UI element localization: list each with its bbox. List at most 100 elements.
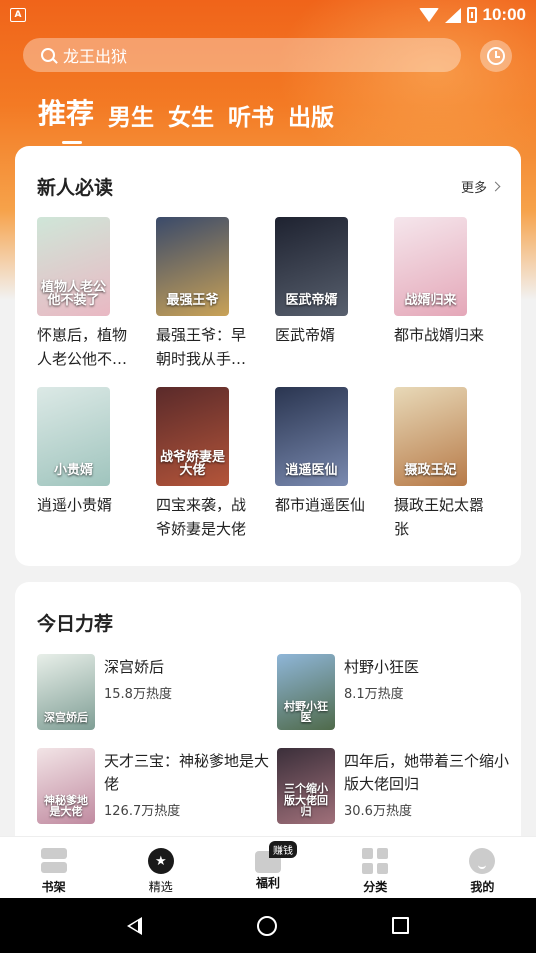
cover-title: 三个缩小版大佬回归 <box>284 782 328 819</box>
cover-title: 村野小狂医 <box>284 699 328 725</box>
home-icon[interactable] <box>256 915 277 936</box>
book-cover: 深宫娇后 <box>37 654 95 730</box>
chevron-right-icon <box>490 181 501 192</box>
signal-icon <box>444 7 461 23</box>
search-input[interactable]: 龙王出狱 <box>23 38 461 72</box>
cover-title: 战婿归来 <box>404 293 457 309</box>
book-item[interactable]: 最强王爷最强王爷：早朝时我从手表里抽出一台机枪 <box>156 217 260 387</box>
nav-label: 书架 <box>41 880 66 894</box>
cover-title: 植物人老公他不装了 <box>41 279 107 309</box>
book-grid: 植物人老公他不装了怀崽后，植物人老公他不装了最强王爷最强王爷：早朝时我从手表里抽… <box>37 217 498 557</box>
book-title: 天才三宝：神秘爹地是大佬 <box>104 752 270 793</box>
newbie-section: 新人必读 更多 植物人老公他不装了怀崽后，植物人老公他不装了最强王爷最强王爷：早… <box>15 146 521 566</box>
bookshelf-icon <box>40 848 67 874</box>
book-cover: 植物人老公他不装了 <box>37 217 110 316</box>
book-item[interactable]: 植物人老公他不装了怀崽后，植物人老公他不装了 <box>37 217 141 387</box>
book-item[interactable]: 摄政王妃摄政王妃太嚣张 <box>394 387 498 557</box>
cover-title: 战爷娇妻是大佬 <box>160 449 226 479</box>
book-cover: 最强王爷 <box>156 217 229 316</box>
book-item[interactable]: 小贵婿 逍遥小贵婿 <box>37 387 141 557</box>
more-button[interactable]: 更多 <box>460 177 501 196</box>
recommend-item[interactable]: 深宫娇后 深宫娇后 15.8万热度 <box>37 654 277 730</box>
book-title: 四宝来袭，战爷娇妻是大佬 <box>156 496 247 538</box>
tab-publish[interactable]: 出版 <box>288 98 334 132</box>
recommend-list: 深宫娇后 深宫娇后 15.8万热度 村野小狂医 村野小狂医 8.1万热度 神秘爹地是大佬 天才… <box>37 654 517 824</box>
book-item[interactable]: 逍遥医仙都市逍遥医仙 <box>275 387 379 557</box>
heat-count: 15.8万热度 <box>104 687 172 702</box>
today-section: 今日力荐 深宫娇后 深宫娇后 15.8万热度 村野小狂医 村野小狂医 8.1万热度 神秘爹地… <box>15 582 521 842</box>
book-item[interactable]: 战婿归来都市战婿归来 <box>394 217 498 387</box>
cover-title: 神秘爹地是大佬 <box>44 793 88 819</box>
nav-bookshelf[interactable]: 书架 <box>0 837 107 898</box>
heat-count: 30.6万热度 <box>344 804 412 819</box>
system-nav-bar <box>0 898 536 953</box>
battery-icon <box>466 7 477 23</box>
category-tabs: 推荐 男生 女生 听书 出版 <box>38 92 334 144</box>
book-item[interactable]: 医武帝婿 医武帝婿 <box>275 217 379 387</box>
tab-indicator <box>62 141 82 144</box>
more-label: 更多 <box>460 181 487 196</box>
profile-icon <box>469 848 496 874</box>
book-title: 深宫娇后 <box>104 658 165 676</box>
book-title: 逍遥小贵婿 <box>37 496 113 514</box>
book-title: 都市战婿归来 <box>394 326 485 344</box>
book-cover: 摄政王妃 <box>394 387 467 486</box>
search-icon <box>41 48 55 62</box>
recommend-item[interactable]: 村野小狂医 村野小狂医 8.1万热度 <box>277 654 517 730</box>
tab-male[interactable]: 男生 <box>108 98 154 132</box>
book-cover: 神秘爹地是大佬 <box>37 748 95 824</box>
cover-title: 小贵婿 <box>53 463 93 479</box>
book-cover: 战婿归来 <box>394 217 467 316</box>
app-notification-icon: A <box>10 8 26 22</box>
tab-audiobook[interactable]: 听书 <box>228 98 274 132</box>
clock-icon <box>487 47 505 65</box>
heat-count: 126.7万热度 <box>104 804 181 819</box>
cover-title: 最强王爷 <box>166 293 219 309</box>
cover-title: 深宫娇后 <box>44 711 88 725</box>
status-time: 10:00 <box>482 5 526 24</box>
heat-count: 8.1万热度 <box>344 687 404 702</box>
recommend-item[interactable]: 神秘爹地是大佬 天才三宝：神秘爹地是大佬 126.7万热度 <box>37 748 277 824</box>
book-title: 怀崽后，植物人老公他不装了 <box>37 326 128 368</box>
nav-label: 我的 <box>470 880 495 894</box>
book-title: 四年后，她带着三个缩小版大佬回归 <box>344 752 510 793</box>
wifi-icon <box>418 8 439 22</box>
recommend-item[interactable]: 三个缩小版大佬回归 四年后，她带着三个缩小版大佬回归 30.6万热度 <box>277 748 517 824</box>
nav-label: 精选 <box>148 880 173 894</box>
book-item[interactable]: 战爷娇妻是大佬四宝来袭，战爷娇妻是大佬 <box>156 387 260 557</box>
tab-female[interactable]: 女生 <box>168 98 214 132</box>
tab-recommend[interactable]: 推荐 <box>38 92 95 144</box>
book-title: 摄政王妃太嚣张 <box>394 496 485 538</box>
earn-badge: 赚钱 <box>269 841 297 858</box>
search-query: 龙王出狱 <box>63 47 128 66</box>
back-icon[interactable] <box>127 916 143 935</box>
cover-title: 摄政王妃 <box>404 463 457 479</box>
tab-label: 推荐 <box>38 97 95 130</box>
book-title: 医武帝婿 <box>275 326 336 344</box>
cover-title: 逍遥医仙 <box>285 463 338 479</box>
book-cover: 村野小狂医 <box>277 654 335 730</box>
recents-icon[interactable] <box>391 917 409 934</box>
book-title: 最强王爷：早朝时我从手表里抽出一台机枪 <box>156 326 247 368</box>
book-cover: 三个缩小版大佬回归 <box>277 748 335 824</box>
category-icon <box>362 848 389 874</box>
nav-label: 福利 <box>256 876 281 890</box>
nav-featured[interactable]: ★ 精选 <box>107 837 214 898</box>
book-cover: 逍遥医仙 <box>275 387 348 486</box>
history-button[interactable] <box>480 40 512 72</box>
nav-category[interactable]: 分类 <box>322 837 429 898</box>
book-cover: 小贵婿 <box>37 387 110 486</box>
nav-profile[interactable]: 我的 <box>429 837 536 898</box>
cover-title: 医武帝婿 <box>285 293 338 309</box>
book-cover: 医武帝婿 <box>275 217 348 316</box>
book-title: 村野小狂医 <box>344 658 420 676</box>
nav-rewards[interactable]: 赚钱 福利 <box>214 837 321 898</box>
nav-label: 分类 <box>363 880 388 894</box>
bottom-nav: 书架 ★ 精选 赚钱 福利 分类 我的 <box>0 836 536 898</box>
star-icon: ★ <box>147 848 174 874</box>
book-title: 都市逍遥医仙 <box>275 496 366 514</box>
book-cover: 战爷娇妻是大佬 <box>156 387 229 486</box>
section-title: 今日力荐 <box>37 613 114 635</box>
status-bar: A 10:00 <box>0 0 536 30</box>
section-title: 新人必读 <box>37 177 114 199</box>
